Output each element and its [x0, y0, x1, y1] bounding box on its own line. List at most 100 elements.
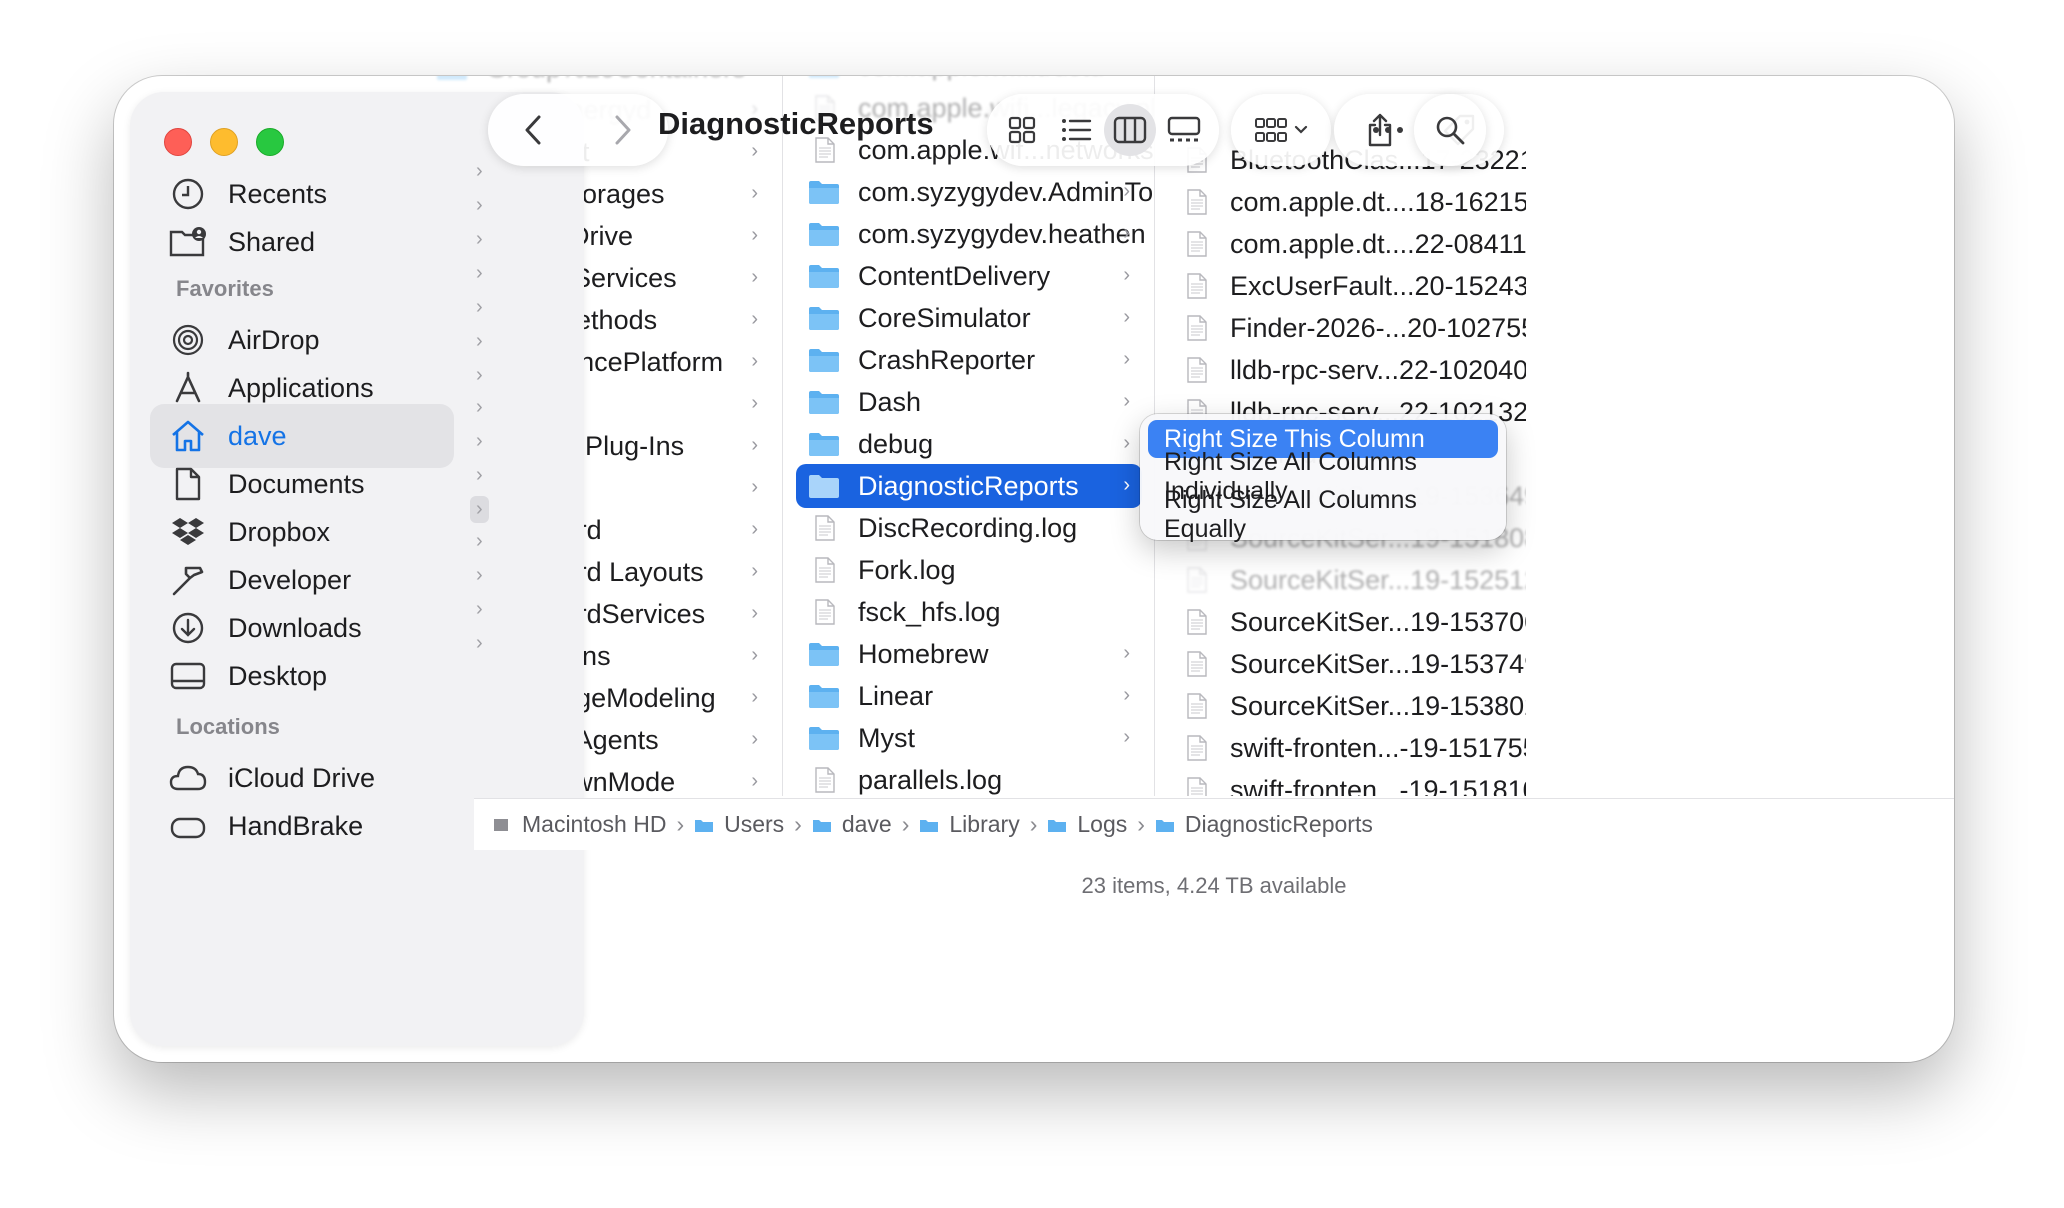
list-item[interactable]: SourceKitSer...19-153802.ips	[1168, 684, 1526, 728]
chevron-right-icon: ›	[1123, 76, 1130, 77]
sidebar-item-shared[interactable]: Shared	[150, 210, 454, 274]
list-item[interactable]: CrashReporter ›	[796, 338, 1142, 382]
list-item[interactable]: Dash ›	[796, 380, 1142, 424]
list-item-label: CrashReporter	[858, 344, 1036, 375]
minimize-button[interactable]	[210, 128, 238, 156]
list-item-label: SourceKitSer...19-153802.ips	[1230, 690, 1526, 721]
chevron-right-icon: ›	[476, 296, 483, 318]
window-controls	[164, 128, 284, 156]
list-item[interactable]: Homebrew ›	[796, 632, 1142, 676]
path-segment[interactable]: Logs	[1047, 811, 1127, 838]
document-icon	[1180, 651, 1212, 677]
chevron-right-icon: ›	[751, 770, 758, 792]
path-separator-icon: ›	[1137, 811, 1145, 837]
list-item[interactable]: SourceKitSer...19-153749.ips	[1168, 642, 1526, 686]
list-item[interactable]: CoreSimulator ›	[796, 296, 1142, 340]
shared-folder-icon	[166, 220, 210, 264]
path-segment[interactable]: Users	[694, 811, 784, 838]
sidebar-item-label: Shared	[228, 226, 316, 257]
chevron-right-icon: ›	[476, 330, 483, 352]
list-item[interactable]: Finder-2026-...20-102755.ips	[1168, 306, 1526, 350]
list-item-label: SourceKitSer...19-153749.ips	[1230, 648, 1526, 679]
gallery-view-button[interactable]	[1158, 104, 1210, 156]
list-item[interactable]: DiscRecording.log	[796, 506, 1142, 550]
list-item-label: CoreSimulator	[858, 302, 1031, 333]
list-item[interactable]: com.syzygydev.heathen ›	[796, 212, 1146, 256]
path-separator-icon: ›	[794, 811, 802, 837]
chevron-right-icon: ›	[470, 496, 489, 523]
list-item[interactable]: Myst ›	[796, 716, 1142, 760]
list-item[interactable]: com.syzygydev.AdminTool ›	[796, 170, 1154, 214]
chevron-right-icon: ›	[1123, 726, 1130, 748]
chevron-right-icon: ›	[476, 396, 483, 418]
list-item[interactable]: lldb-rpc-serv...22-102040.ips	[1168, 348, 1526, 392]
chevron-right-icon: ›	[1123, 432, 1130, 454]
navigation-buttons	[488, 94, 668, 166]
finder-window: Group%20Containers›homeenergyd›HomeKit›H…	[114, 76, 1954, 1062]
chevron-right-icon: ›	[751, 392, 758, 414]
forward-button[interactable]	[578, 94, 668, 166]
list-item[interactable]: ContentDelivery ›	[796, 254, 1142, 298]
folder-icon	[808, 389, 840, 415]
sidebar-item-handbrake[interactable]: HandBrake	[150, 794, 454, 858]
icon-view-button[interactable]	[996, 104, 1048, 156]
list-item-label: Dash	[858, 386, 922, 417]
list-item[interactable]: parallels.log	[796, 758, 1142, 796]
chevron-right-icon: ›	[1123, 222, 1130, 244]
list-item[interactable]: swift-fronten...-19-151810.ips	[1168, 768, 1526, 796]
sidebar-item-label: Dropbox	[228, 516, 331, 547]
path-segment[interactable]: DiagnosticReports	[1155, 811, 1373, 838]
menu-item-right-size-all-equally[interactable]: Right Size All Columns Equally	[1148, 486, 1498, 543]
path-segment[interactable]: Macintosh HD	[492, 811, 666, 838]
locations-header: Locations	[176, 714, 280, 739]
folder-icon	[808, 305, 840, 331]
folder-icon	[808, 725, 840, 751]
desktop-icon	[166, 654, 210, 698]
list-item[interactable]: DiagnosticReports ›	[796, 464, 1142, 508]
columns-icon	[1113, 116, 1147, 144]
search-icon	[1436, 116, 1465, 145]
path-segment-label: dave	[841, 811, 892, 837]
column-logs[interactable]: com.apple.cloud.telemetry›com.apple.wifi…	[782, 76, 1154, 796]
list-item[interactable]: Fork.log	[796, 548, 1142, 592]
list-item[interactable]: Linear ›	[796, 674, 1142, 718]
chevron-right-icon: ›	[476, 430, 483, 452]
chevron-right-icon: ›	[751, 434, 758, 456]
list-item[interactable]: fsck_hfs.log	[796, 590, 1142, 634]
list-view-button[interactable]	[1050, 104, 1102, 156]
sidebar-item-label: HandBrake	[228, 810, 364, 841]
document-icon	[1180, 273, 1212, 299]
back-button[interactable]	[488, 94, 578, 166]
list-item[interactable]: ExcUserFault...20-152434.ips	[1168, 264, 1526, 308]
more-button[interactable]	[1354, 94, 1422, 166]
list-item-label: com.apple.dt....18-162150.ips	[1230, 186, 1526, 217]
path-segment[interactable]: dave	[812, 811, 892, 838]
chevron-left-icon	[525, 115, 541, 145]
chevron-right-icon: ›	[751, 644, 758, 666]
sidebar-item-label: Developer	[228, 564, 352, 595]
list-item[interactable]: SourceKitSer...19-153700.ips	[1168, 600, 1526, 644]
sidebar-item-label: Recents	[228, 178, 328, 209]
path-separator-icon: ›	[1029, 811, 1038, 837]
chevron-right-icon: ›	[751, 308, 758, 330]
zoom-button[interactable]	[256, 128, 284, 156]
list-item[interactable]: com.apple.dt....18-162150.ips	[1168, 180, 1526, 224]
search-button[interactable]	[1414, 94, 1486, 166]
folder-icon	[808, 431, 840, 457]
path-separator-icon: ›	[901, 811, 910, 837]
chevron-right-icon: ›	[476, 598, 483, 620]
chevron-right-icon: ›	[476, 364, 483, 386]
folder-icon	[808, 683, 840, 709]
group-by-button[interactable]	[1231, 94, 1331, 166]
list-item[interactable]: debug ›	[796, 422, 1142, 466]
list-item[interactable]: SourceKitSer...19-152512.ips	[1168, 558, 1526, 602]
document-icon	[1180, 567, 1212, 593]
list-item[interactable]: swift-fronten...-19-151755.ips	[1168, 726, 1526, 770]
close-button[interactable]	[164, 128, 192, 156]
path-segment[interactable]: Library	[919, 811, 1020, 838]
sidebar-item-desktop[interactable]: Desktop	[150, 644, 454, 708]
column-view-button[interactable]	[1104, 104, 1156, 156]
folder-icon	[808, 641, 840, 667]
list-item[interactable]: com.apple.dt....22-084118.ips	[1168, 222, 1526, 266]
path-separator-icon: ›	[676, 811, 685, 837]
